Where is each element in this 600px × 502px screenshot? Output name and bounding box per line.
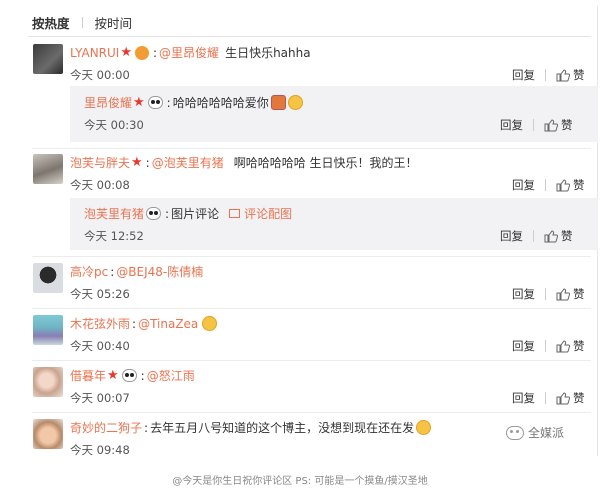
row-divider [32, 308, 591, 309]
comment-header: 木花弦外雨 : @TinaZea [70, 315, 218, 332]
avatar[interactable] [33, 315, 63, 345]
tabs-divider [28, 36, 591, 37]
reply-button[interactable]: 回复 [512, 338, 535, 354]
reply-button[interactable]: 回复 [500, 228, 523, 244]
thumbs-up-icon[interactable] [556, 178, 570, 192]
row-divider [32, 256, 591, 257]
thumbs-up-icon[interactable] [544, 118, 558, 132]
crown-badge-icon [135, 45, 149, 60]
comment-panel: 按热度 按时间 LYANRUI ★ : @里昂俊耀 生日快乐hahha 今天 0… [22, 6, 598, 457]
comment-header: 泡芙与胖夫 ★ : @泡芙里有猪 啊哈哈哈哈哈 生日快乐！我的王！ [70, 154, 418, 171]
comment-username[interactable]: 高冷pc [70, 263, 108, 280]
watermark: 全媒派 [506, 424, 564, 441]
row-divider [32, 412, 591, 413]
comment-username[interactable]: LYANRUI [70, 46, 119, 60]
comment-actions: 回复 赞 [512, 390, 585, 406]
view-image-link[interactable]: 评论配图 [244, 205, 292, 222]
comment-username[interactable]: 木花弦外雨 [70, 315, 130, 332]
like-button[interactable]: 赞 [561, 228, 573, 244]
comment-username[interactable]: 奇妙的二狗子 [70, 419, 142, 436]
reply-button[interactable]: 回复 [512, 286, 535, 302]
reply-actions: 回复 赞 [500, 228, 573, 244]
mention-link[interactable]: @TinaZea [138, 317, 198, 331]
comment-time: 今天 05:26 [70, 287, 130, 301]
like-button[interactable]: 赞 [573, 390, 585, 406]
avatar[interactable] [33, 154, 63, 184]
watermark-text: 全媒派 [528, 426, 565, 440]
reply-actions: 回复 赞 [500, 117, 573, 133]
reply-button[interactable]: 回复 [512, 390, 535, 406]
reply-header: 泡芙里有猪 : 图片评论 评论配图 [84, 205, 293, 222]
comment-time: 今天 09:48 [70, 443, 130, 457]
mention-link[interactable]: @泡芙里有猪 [152, 154, 224, 171]
comment-username[interactable]: 泡芙与胖夫 [70, 154, 130, 171]
comment-actions: 回复 赞 [512, 177, 585, 193]
comment-time: 今天 00:08 [70, 178, 130, 192]
comment-header: 奇妙的二狗子 : 去年五月八号知道的这个博主，没想到现在还在发 [70, 419, 432, 436]
reply-text: 哈哈哈哈哈哈爱你 [172, 96, 269, 110]
tab-sort-by-hot[interactable]: 按热度 [32, 13, 70, 32]
reply-button[interactable]: 回复 [512, 177, 535, 193]
reply-username[interactable]: 里昂俊耀 [84, 94, 132, 111]
mention-link[interactable]: @BEJ48-陈倩楠 [116, 263, 203, 280]
reply-button[interactable]: 回复 [500, 117, 523, 133]
comment-time: 今天 00:07 [70, 391, 130, 405]
thumbs-up-icon[interactable] [556, 68, 570, 82]
sort-tabs: 按热度 按时间 [32, 12, 132, 32]
row-divider [32, 148, 591, 149]
star-badge-icon: ★ [131, 155, 143, 170]
thumbs-up-icon[interactable] [556, 391, 570, 405]
image-icon [229, 209, 241, 218]
tongue-emoji-icon [202, 316, 218, 331]
image-caption: @今天是你生日祝你评论区 PS: 可能是一个摸鱼/摸汉圣地 [172, 476, 428, 487]
reply-text: 图片评论 [171, 207, 220, 221]
comment-text: 去年五月八号知道的这个博主，没想到现在还在发 [150, 421, 415, 435]
comment-username[interactable]: 借暮年 [70, 367, 106, 384]
comment-header: LYANRUI ★ : @里昂俊耀 生日快乐hahha [70, 44, 311, 61]
star-badge-icon: ★ [133, 95, 145, 110]
tab-divider [81, 16, 83, 28]
star-badge-icon: ★ [107, 368, 119, 383]
mention-link[interactable]: @里昂俊耀 [159, 44, 219, 61]
like-button[interactable]: 赞 [573, 286, 585, 302]
like-button[interactable]: 赞 [573, 177, 585, 193]
comment-header: 借暮年 ★ : @怒江雨 [70, 367, 195, 384]
panda-badge-icon [147, 96, 163, 109]
comment-actions: 回复 赞 [512, 338, 585, 354]
star-badge-icon: ★ [120, 45, 132, 60]
tab-sort-by-time[interactable]: 按时间 [95, 13, 133, 32]
row-divider [32, 360, 591, 361]
avatar[interactable] [33, 419, 63, 449]
comment-actions: 回复 赞 [512, 286, 585, 302]
avatar[interactable] [33, 367, 63, 397]
thumbs-up-icon[interactable] [556, 287, 570, 301]
like-button[interactable]: 赞 [561, 117, 573, 133]
thumbs-up-icon[interactable] [544, 229, 558, 243]
like-button[interactable]: 赞 [573, 67, 585, 83]
crying-laugh-emoji-icon [416, 420, 432, 435]
wechat-icon [506, 425, 524, 440]
reply-time: 今天 12:52 [84, 229, 144, 243]
comment-header: 高冷pc : @BEJ48-陈倩楠 [70, 263, 204, 280]
avatar[interactable] [33, 44, 63, 74]
panda-badge-icon [121, 369, 137, 382]
reply-header: 里昂俊耀 ★ : 哈哈哈哈哈哈爱你 [84, 94, 303, 111]
avatar[interactable] [33, 263, 63, 293]
thumbs-up-icon[interactable] [556, 339, 570, 353]
comment-text: 啊哈哈哈哈哈 生日快乐！我的王！ [233, 156, 418, 170]
comment-time: 今天 00:00 [70, 68, 130, 82]
comment-text: 生日快乐hahha [225, 46, 311, 60]
comment-time: 今天 00:40 [70, 339, 130, 353]
reply-username[interactable]: 泡芙里有猪 [84, 205, 144, 222]
like-button[interactable]: 赞 [573, 338, 585, 354]
mention-link[interactable]: @怒江雨 [147, 367, 195, 384]
reply-button[interactable]: 回复 [512, 67, 535, 83]
comment-actions: 回复 赞 [512, 67, 585, 83]
shy-emoji-icon [270, 95, 286, 110]
panda-badge-icon [146, 207, 162, 220]
reply-time: 今天 00:30 [84, 118, 144, 132]
smile-emoji-icon [287, 95, 303, 110]
